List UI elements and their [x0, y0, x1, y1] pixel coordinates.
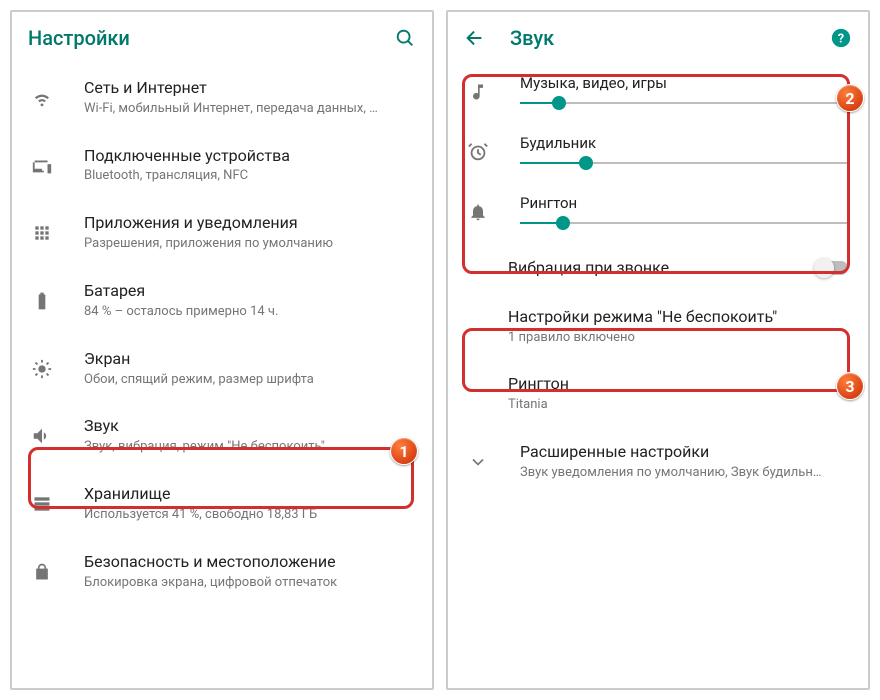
- chevron-down-icon: [460, 444, 496, 480]
- item-display[interactable]: ЭкранОбои, спящий режим, размер шрифта: [12, 335, 432, 403]
- item-security[interactable]: Безопасность и местоположениеБлокировка …: [12, 538, 432, 606]
- badge-3: 3: [836, 372, 864, 400]
- slider-ringtone[interactable]: Рингтон: [448, 184, 868, 244]
- battery-icon: [24, 283, 60, 319]
- sound-list: Музыка, видео, игры Будильник Рингтон Ви…: [448, 64, 868, 688]
- search-icon[interactable]: [394, 27, 416, 49]
- item-advanced[interactable]: Расширенные настройкиЗвук уведомления по…: [448, 428, 868, 496]
- sound-icon: [24, 418, 60, 454]
- devices-icon: [24, 148, 60, 184]
- header: Настройки: [12, 12, 432, 64]
- vibrate-on-call[interactable]: Вибрация при звонке: [448, 244, 868, 293]
- page-title: Настройки: [28, 26, 370, 50]
- item-dnd[interactable]: Настройки режима "Не беспокоить"1 правил…: [448, 293, 868, 361]
- item-apps[interactable]: Приложения и уведомленияРазрешения, прил…: [12, 199, 432, 267]
- slider-alarm[interactable]: Будильник: [448, 124, 868, 184]
- back-icon[interactable]: [464, 27, 486, 49]
- storage-icon: [24, 486, 60, 522]
- badge-1: 1: [390, 437, 418, 465]
- brightness-icon: [24, 351, 60, 387]
- settings-screen: Настройки Сеть и ИнтернетWi-Fi, мобильны…: [10, 10, 434, 690]
- slider-track[interactable]: [520, 102, 848, 104]
- music-note-icon: [460, 74, 496, 110]
- wifi-icon: [24, 80, 60, 116]
- bell-icon: [460, 194, 496, 230]
- sound-screen: Звук ? Музыка, видео, игры Будильник Рин…: [446, 10, 870, 690]
- apps-icon: [24, 215, 60, 251]
- slider-media[interactable]: Музыка, видео, игры: [448, 64, 868, 124]
- settings-list: Сеть и ИнтернетWi-Fi, мобильный Интернет…: [12, 64, 432, 688]
- slider-track[interactable]: [520, 222, 848, 224]
- alarm-icon: [460, 134, 496, 170]
- item-network[interactable]: Сеть и ИнтернетWi-Fi, мобильный Интернет…: [12, 64, 432, 132]
- slider-track[interactable]: [520, 162, 848, 164]
- item-connected-devices[interactable]: Подключенные устройстваBluetooth, трансл…: [12, 132, 432, 200]
- item-ringtone[interactable]: РингтонTitania: [448, 360, 868, 428]
- item-battery[interactable]: Батарея84 % – осталось примерно 14 ч.: [12, 267, 432, 335]
- switch-off[interactable]: [814, 261, 848, 275]
- badge-2: 2: [836, 84, 864, 112]
- help-icon[interactable]: ?: [830, 27, 852, 49]
- lock-icon: [24, 554, 60, 590]
- page-title: Звук: [510, 26, 806, 50]
- header: Звук ?: [448, 12, 868, 64]
- svg-text:?: ?: [838, 32, 844, 47]
- item-sound[interactable]: ЗвукЗвук, вибрация, режим "Не беспокоить…: [12, 402, 432, 470]
- item-storage[interactable]: ХранилищеИспользуется 41 %, свободно 18,…: [12, 470, 432, 538]
